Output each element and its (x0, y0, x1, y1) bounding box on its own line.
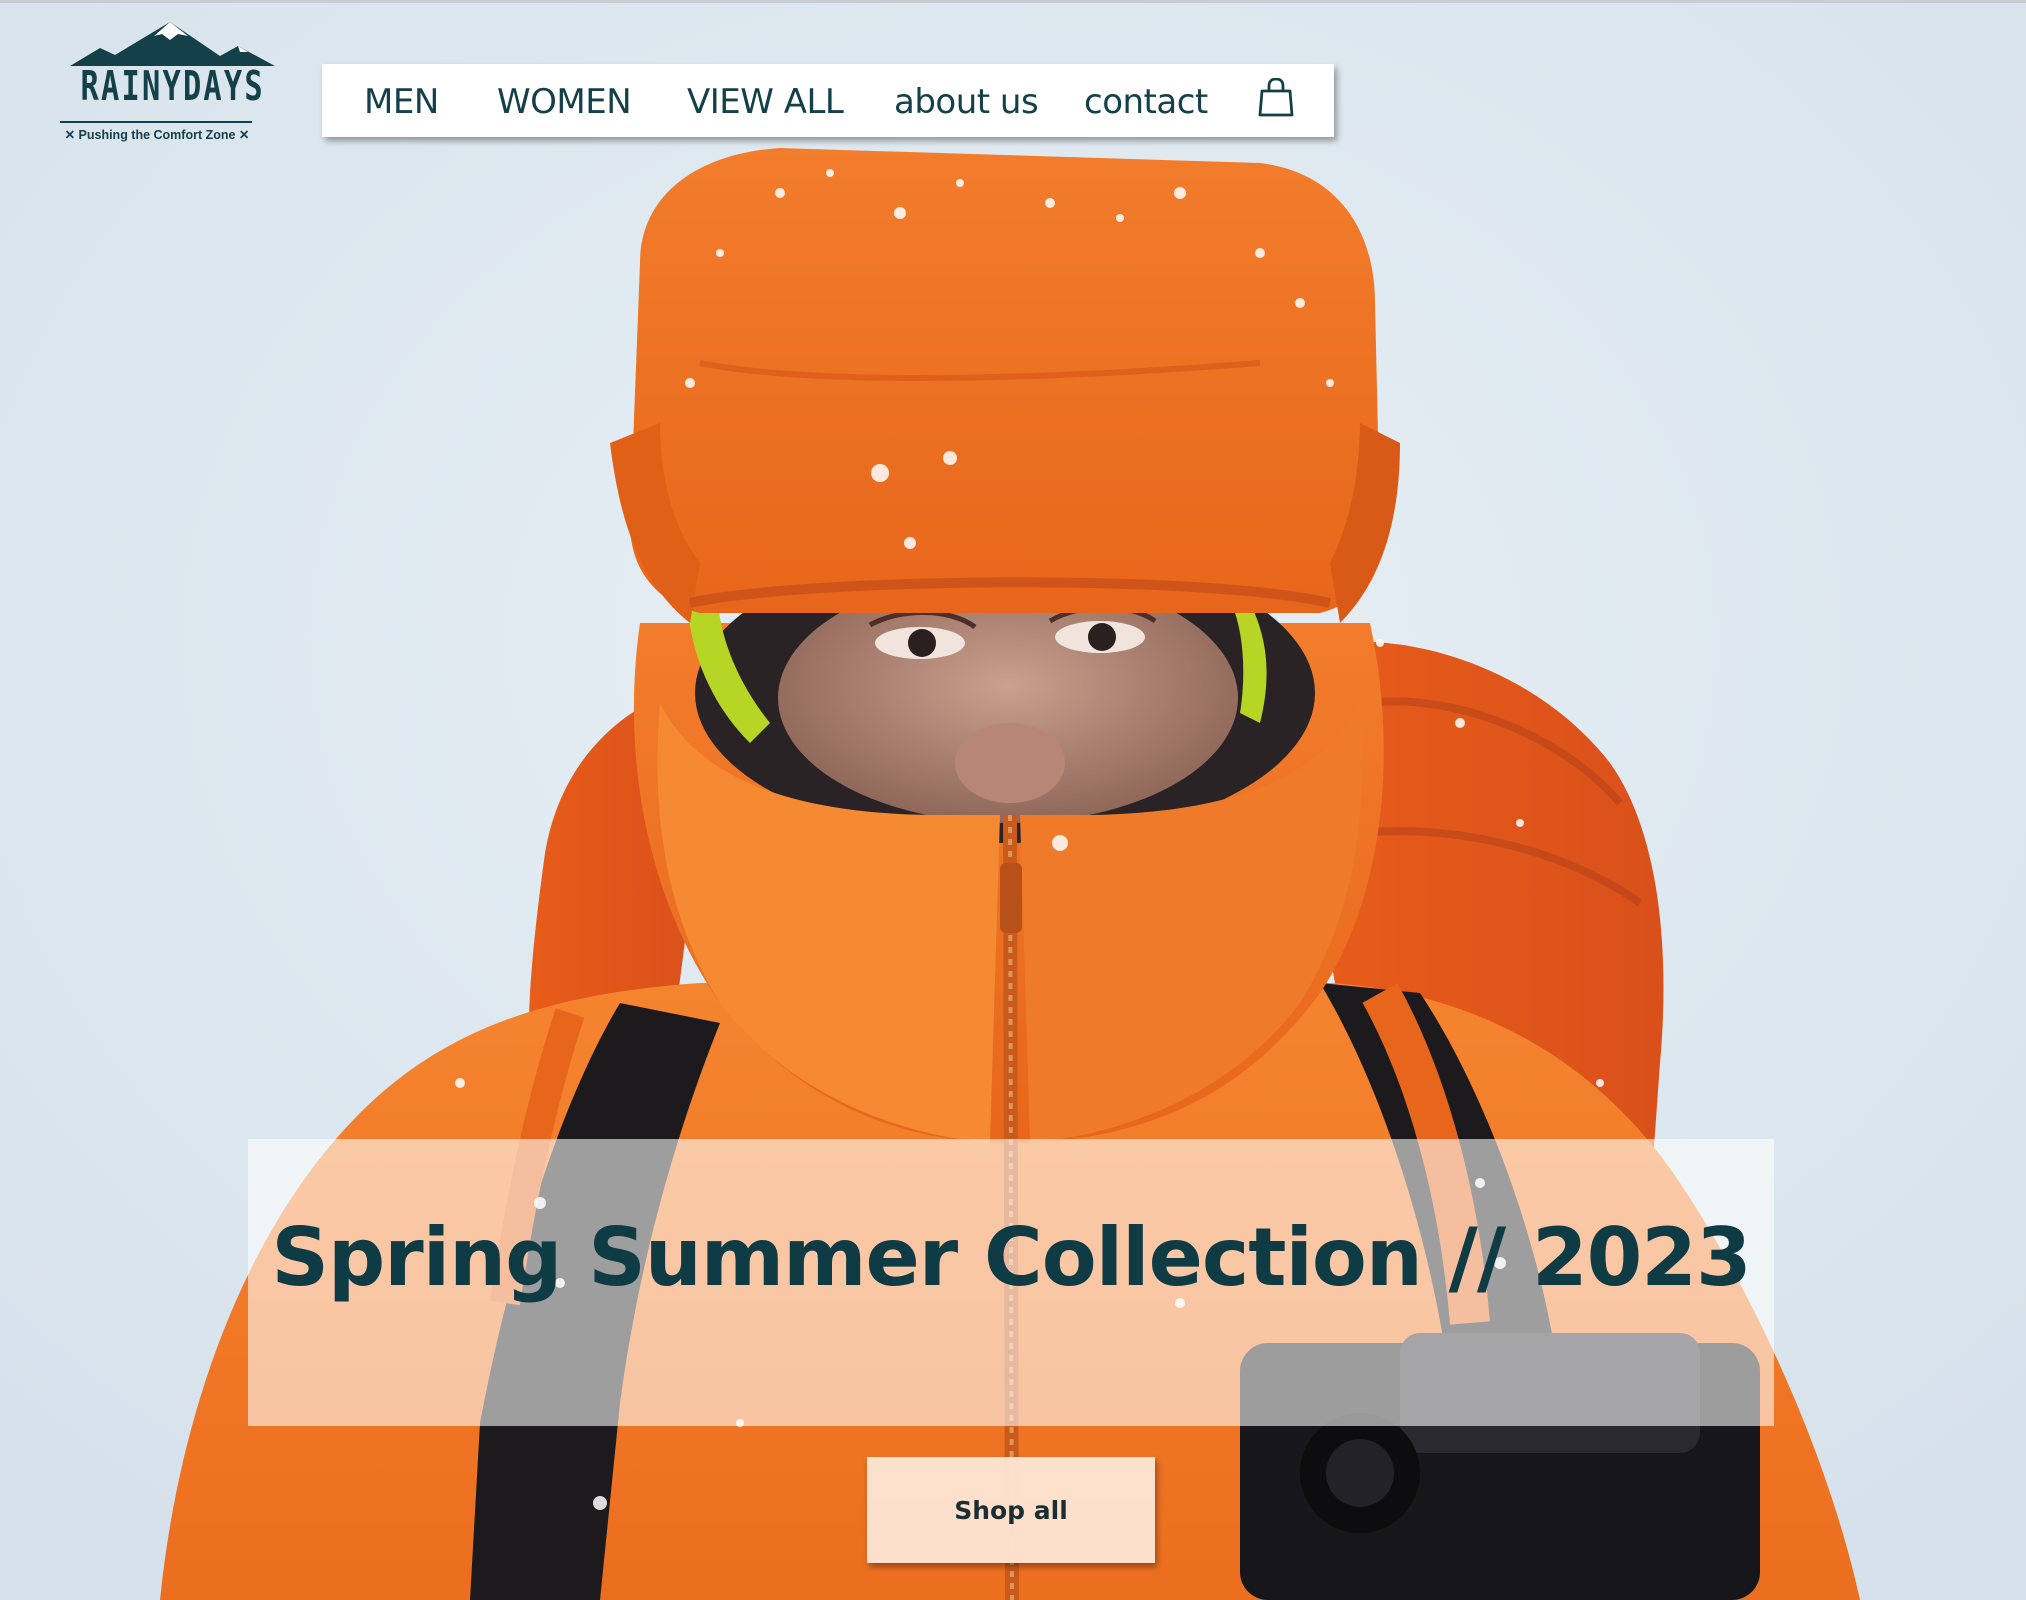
nav-link-contact[interactable]: contact (1084, 82, 1208, 122)
nav-link-view-all[interactable]: VIEW ALL (687, 82, 844, 122)
hero-banner: Spring Summer Collection // 2023 (248, 1139, 1774, 1426)
nav-link-men[interactable]: MEN (364, 82, 439, 122)
logo-divider (60, 121, 252, 123)
nav-link-about-us[interactable]: about us (894, 82, 1039, 122)
hero-title: Spring Summer Collection // 2023 (271, 1211, 1751, 1304)
main-nav: MEN WOMEN VIEW ALL about us contact (322, 64, 1334, 137)
brand-name: RAINYDAYS (80, 62, 265, 110)
brand-logo[interactable]: RAINYDAYS ✕ Pushing the Comfort Zone ✕ (50, 20, 275, 150)
nav-link-women[interactable]: WOMEN (497, 82, 632, 122)
shopping-bag-icon[interactable] (1258, 78, 1294, 118)
brand-tagline: ✕ Pushing the Comfort Zone ✕ (64, 128, 250, 142)
shop-all-button[interactable]: Shop all (867, 1457, 1155, 1563)
mountain-icon (70, 22, 275, 66)
